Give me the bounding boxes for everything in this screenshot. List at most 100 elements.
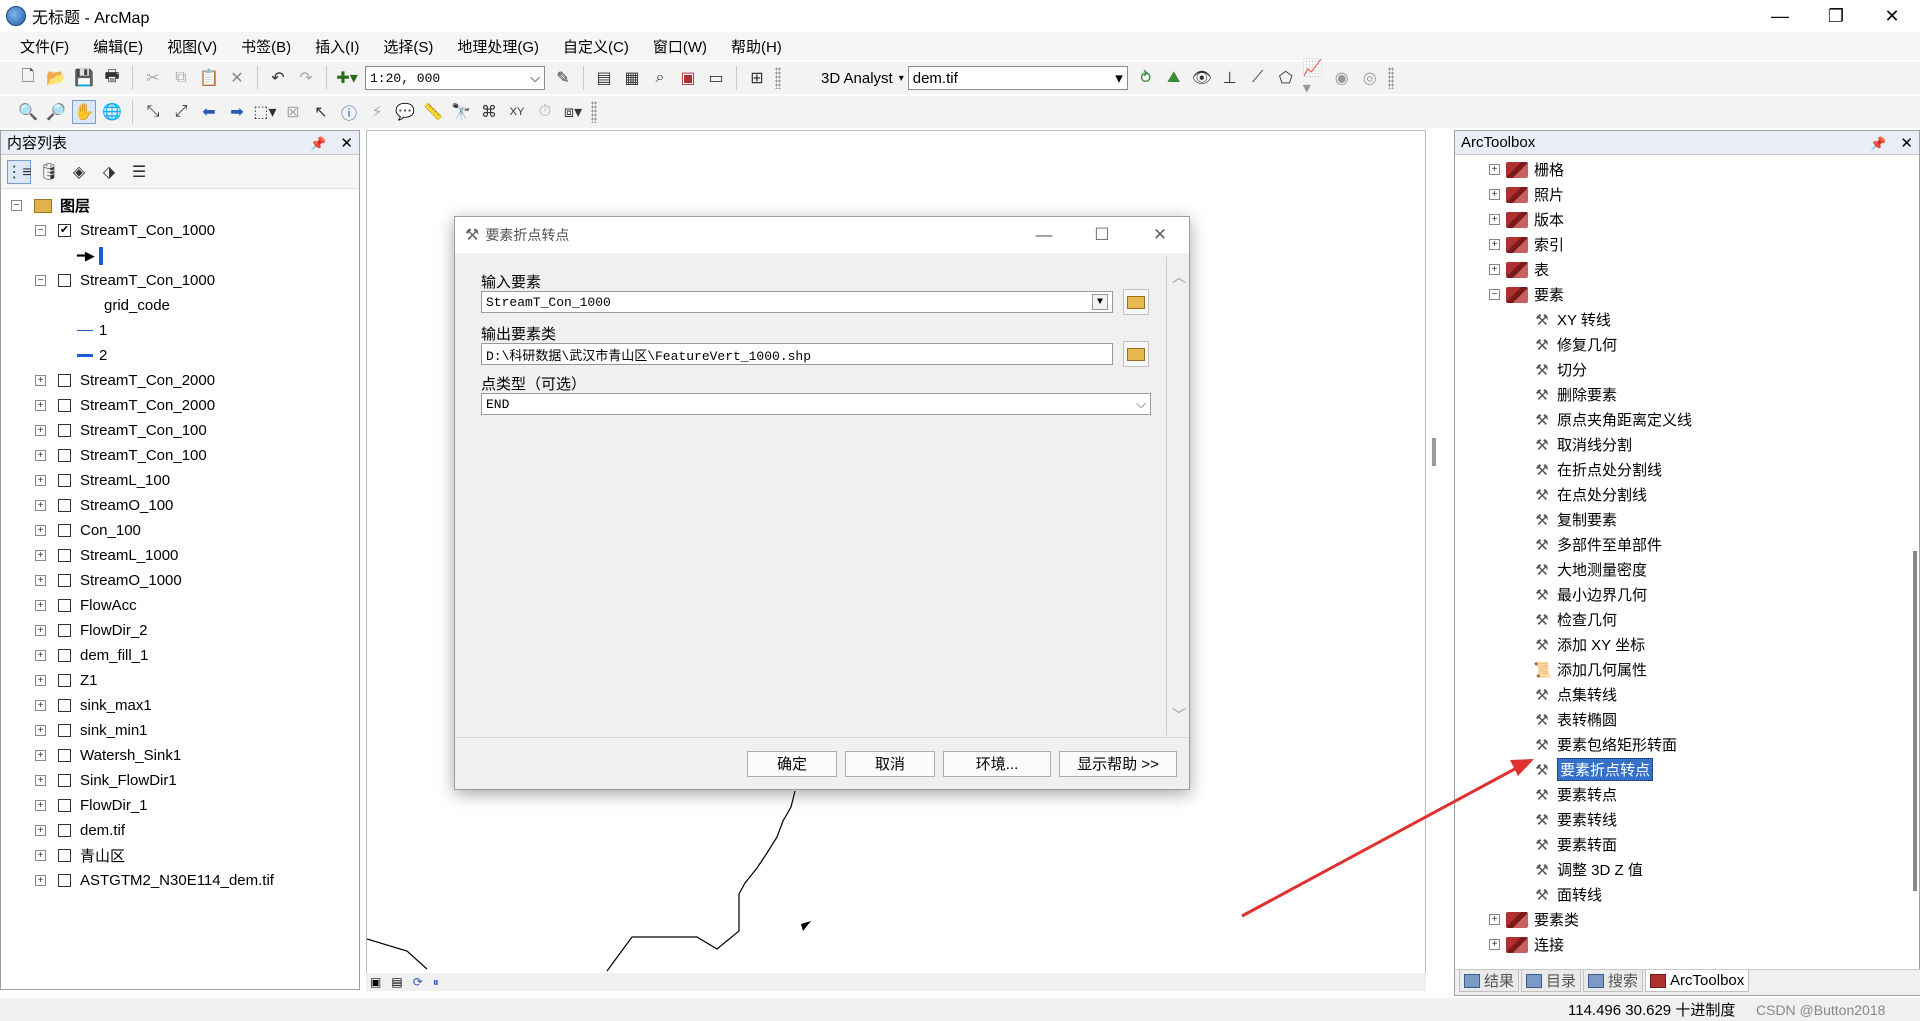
toolset-row[interactable]: + 连接 [1455, 932, 1901, 957]
toolset-row[interactable]: + 表 [1455, 257, 1901, 282]
panel-splitter[interactable] [1432, 438, 1436, 466]
layer-visibility-checkbox[interactable] [58, 499, 71, 512]
layer-visibility-checkbox[interactable] [58, 799, 71, 812]
layer-visibility-checkbox[interactable] [58, 874, 71, 887]
layer-row[interactable]: + FlowDir_2 [1, 618, 359, 643]
expand-icon[interactable]: + [35, 775, 46, 786]
tool-row[interactable]: ⚒ 表转椭圆 [1455, 707, 1901, 732]
layer-visibility-checkbox[interactable] [58, 449, 71, 462]
output-feature-class-input[interactable]: D:\科研数据\武汉市青山区\FeatureVert_1000.shp [481, 343, 1113, 365]
expand-icon[interactable]: + [1489, 239, 1500, 250]
save-icon[interactable]: 💾 [72, 66, 96, 90]
time-slider-icon[interactable]: ⏱ [533, 100, 557, 124]
steepest-path-icon[interactable]: ⛰ [1162, 66, 1186, 90]
editor-toolbar-icon[interactable]: ✎ [551, 66, 575, 90]
interpolate-point-icon[interactable]: ⊥ [1218, 66, 1242, 90]
dialog-minimize-button[interactable]: — [1015, 217, 1073, 253]
layer-row[interactable]: + Con_100 [1, 518, 359, 543]
layer-row[interactable]: + FlowAcc [1, 593, 359, 618]
new-document-icon[interactable]: 🗋 [16, 66, 40, 90]
layer-row[interactable]: + StreamO_100 [1, 493, 359, 518]
tool-row[interactable]: ⚒ 调整 3D Z 值 [1455, 857, 1901, 882]
hyperlink-icon[interactable]: ⚡ [365, 100, 389, 124]
layer-visibility-checkbox[interactable] [58, 824, 71, 837]
minimize-button[interactable]: — [1752, 0, 1808, 32]
model-builder-icon[interactable]: ⊞ [745, 66, 769, 90]
search-window-icon[interactable]: ⌕ [648, 66, 672, 90]
tool-row[interactable]: ⚒ XY 转线 [1455, 307, 1901, 332]
menu-edit[interactable]: 编辑(E) [81, 36, 155, 57]
expand-icon[interactable]: + [35, 575, 46, 586]
menu-selection[interactable]: 选择(S) [371, 36, 445, 57]
pin-icon[interactable]: 📌 [310, 136, 326, 151]
expand-icon[interactable]: + [35, 700, 46, 711]
pan-hand-icon[interactable]: ✋ [72, 100, 96, 124]
tool-row[interactable]: ⚒ 点集转线 [1455, 682, 1901, 707]
clear-selection-icon[interactable]: ⊠ [281, 100, 305, 124]
layer-visibility-checkbox[interactable] [58, 599, 71, 612]
layer-combo[interactable]: dem.tif ▾ [907, 66, 1128, 90]
browse-input-button[interactable] [1123, 289, 1149, 315]
layer-visibility-checkbox[interactable] [58, 474, 71, 487]
expand-icon[interactable]: + [35, 450, 46, 461]
tool-row-selected[interactable]: ⚒ 要素折点转点 [1455, 757, 1901, 782]
dialog-scrollbar[interactable]: ︿ ﹀ [1169, 257, 1189, 735]
layer-visibility-checkbox[interactable] [58, 574, 71, 587]
tab-arctoolbox[interactable]: ArcToolbox [1645, 970, 1750, 992]
tool-row[interactable]: ⚒ 删除要素 [1455, 382, 1901, 407]
arctoolbox-icon[interactable]: ▣ [676, 66, 700, 90]
layer-row[interactable]: + StreamL_1000 [1, 543, 359, 568]
toolset-row[interactable]: + 照片 [1455, 182, 1901, 207]
expand-icon[interactable]: + [35, 675, 46, 686]
list-by-visibility-icon[interactable]: ◈ [67, 160, 91, 184]
interpolate-polygon-icon[interactable]: ⬠ [1274, 66, 1298, 90]
layer-visibility-checkbox[interactable] [58, 749, 71, 762]
tool-row[interactable]: ⚒ 面转线 [1455, 882, 1901, 907]
tool-row[interactable]: ⚒ 要素包络矩形转面 [1455, 732, 1901, 757]
menu-customize[interactable]: 自定义(C) [551, 36, 641, 57]
arcscene-icon[interactable]: ◉ [1330, 66, 1354, 90]
expand-icon[interactable]: + [35, 500, 46, 511]
layout-view-icon[interactable]: ▤ [391, 975, 402, 989]
expand-icon[interactable]: + [35, 550, 46, 561]
input-features-combo[interactable]: StreamT_Con_1000 ▼ [481, 291, 1113, 313]
tool-row[interactable]: ⚒ 在点处分割线 [1455, 482, 1901, 507]
layer-row[interactable]: + StreamT_Con_100 [1, 418, 359, 443]
tool-row[interactable]: ⚒ 要素转面 [1455, 832, 1901, 857]
collapse-icon[interactable]: − [35, 225, 46, 236]
tool-row[interactable]: 📜 添加几何属性 [1455, 657, 1901, 682]
identify-icon[interactable]: ⓘ [337, 100, 361, 124]
tool-row[interactable]: ⚒ 切分 [1455, 357, 1901, 382]
html-popup-icon[interactable]: 💬 [393, 100, 417, 124]
menu-file[interactable]: 文件(F) [8, 36, 81, 57]
tool-row[interactable]: ⚒ 添加 XY 坐标 [1455, 632, 1901, 657]
layer-row[interactable]: + StreamO_1000 [1, 568, 359, 593]
layer-visibility-checkbox[interactable] [58, 424, 71, 437]
expand-icon[interactable]: + [35, 800, 46, 811]
menu-insert[interactable]: 插入(I) [303, 36, 371, 57]
go-to-xy-icon[interactable]: XY [505, 100, 529, 124]
layer-row[interactable]: + StreamT_Con_2000 [1, 393, 359, 418]
scroll-down-icon[interactable]: ﹀ [1172, 705, 1186, 725]
paste-icon[interactable]: 📋 [197, 66, 221, 90]
tool-row[interactable]: ⚒ 要素转线 [1455, 807, 1901, 832]
interpolate-line-icon[interactable]: ⟋ [1246, 66, 1270, 90]
layer-row[interactable]: + StreamT_Con_2000 [1, 368, 359, 393]
toolbar-grip[interactable] [591, 101, 597, 123]
tab-results[interactable]: 结果 [1459, 970, 1520, 992]
tab-search[interactable]: 搜索 [1583, 970, 1644, 992]
layer-row[interactable]: + StreamL_100 [1, 468, 359, 493]
list-by-selection-icon[interactable]: ⬗ [97, 160, 121, 184]
close-icon[interactable]: ✕ [1900, 135, 1913, 152]
environments-button[interactable]: 环境... [943, 750, 1051, 777]
profile-graph-icon[interactable]: 📈▾ [1302, 60, 1326, 97]
layer-row[interactable]: + Z1 [1, 668, 359, 693]
tool-row[interactable]: ⚒ 大地测量密度 [1455, 557, 1901, 582]
tool-row[interactable]: ⚒ 原点夹角距离定义线 [1455, 407, 1901, 432]
layers-root-row[interactable]: − 图层 [1, 193, 359, 218]
toolbox-scrollbar[interactable] [1913, 551, 1917, 891]
expand-icon[interactable]: + [35, 750, 46, 761]
collapse-icon[interactable]: − [11, 200, 22, 211]
tab-catalog[interactable]: 目录 [1521, 970, 1582, 992]
refresh-icon[interactable]: ⟳ [413, 975, 423, 989]
